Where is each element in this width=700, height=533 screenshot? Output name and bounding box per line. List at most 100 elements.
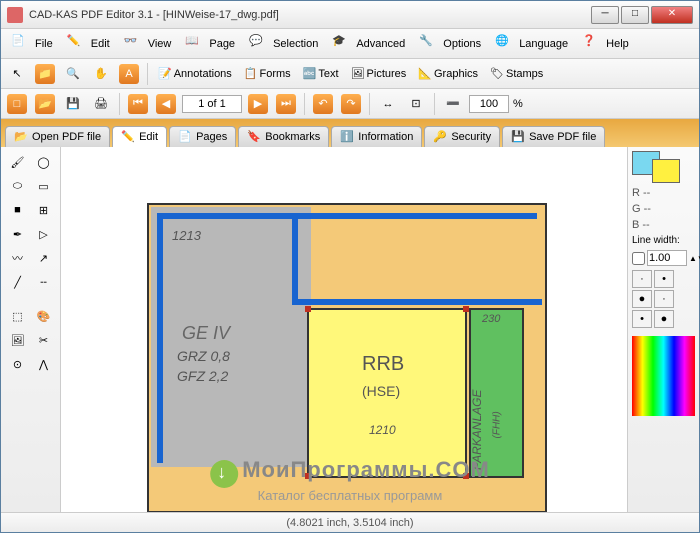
hollow-ellipse-tool[interactable]: ⬭ bbox=[7, 175, 29, 197]
rgb-g: G -- bbox=[632, 203, 651, 215]
rect-tool[interactable]: ▭ bbox=[33, 175, 55, 197]
text-label: Text bbox=[318, 68, 338, 80]
stamps-label: Stamps bbox=[506, 68, 543, 80]
dwg-label-hse: (HSE) bbox=[362, 383, 400, 399]
redo-button[interactable]: ↷ bbox=[339, 92, 363, 116]
statusbar: (4.8021 inch, 3.5104 inch) bbox=[1, 512, 699, 532]
forms-button[interactable]: 📋Forms bbox=[240, 65, 295, 82]
menu-language-label: Language bbox=[519, 38, 568, 50]
fit-width-button[interactable]: ↔ bbox=[376, 92, 400, 116]
menu-advanced[interactable]: 🎓Advanced bbox=[326, 32, 411, 56]
tab-save-label: Save PDF file bbox=[529, 131, 596, 143]
menu-selection-label: Selection bbox=[273, 38, 318, 50]
line-width-spinner[interactable]: ▲▼ bbox=[689, 254, 700, 263]
tab-open-label: Open PDF file bbox=[32, 131, 101, 143]
next-page-button[interactable]: ▶ bbox=[246, 92, 270, 116]
dot-6[interactable]: ● bbox=[654, 310, 674, 328]
dot-2[interactable]: • bbox=[654, 270, 674, 288]
tab-pages[interactable]: 📄Pages bbox=[169, 126, 236, 147]
tab-edit[interactable]: ✏️Edit bbox=[112, 126, 167, 147]
tab-security[interactable]: 🔑Security bbox=[424, 126, 500, 147]
menu-options[interactable]: 🔧Options bbox=[413, 32, 487, 56]
last-page-button[interactable]: ⏭ bbox=[274, 92, 298, 116]
graphics-button[interactable]: 📐Graphics bbox=[414, 65, 482, 82]
open-tool[interactable]: 📁 bbox=[33, 62, 57, 86]
text-button[interactable]: 🔤Text bbox=[299, 65, 343, 82]
menu-file-label: File bbox=[35, 38, 53, 50]
new-button[interactable]: □ bbox=[5, 92, 29, 116]
menu-options-label: Options bbox=[443, 38, 481, 50]
triangle-tool[interactable]: ▷ bbox=[33, 223, 55, 245]
arrow-tool[interactable]: ↗ bbox=[33, 247, 55, 269]
hand-tool[interactable]: ✋ bbox=[89, 62, 113, 86]
pen-tool[interactable]: ✒ bbox=[7, 223, 29, 245]
undo-button[interactable]: ↶ bbox=[311, 92, 335, 116]
dot-4[interactable]: · bbox=[654, 290, 674, 308]
stamps-button[interactable]: 🏷Stamps bbox=[486, 65, 547, 82]
annotations-label: Annotations bbox=[174, 68, 232, 80]
line-width-checkbox[interactable] bbox=[632, 252, 645, 265]
filled-rect-tool[interactable]: ■ bbox=[7, 199, 29, 221]
menu-selection[interactable]: 💬Selection bbox=[243, 32, 324, 56]
swatch-bg[interactable] bbox=[652, 159, 680, 183]
dot-5[interactable]: • bbox=[632, 310, 652, 328]
document-canvas[interactable]: 1213 GE IV GRZ 0,8 GFZ 2,2 RRB (HSE) 121… bbox=[67, 153, 621, 506]
tab-information[interactable]: ℹ️Information bbox=[331, 126, 422, 147]
rgb-r: R -- bbox=[632, 187, 650, 199]
line-tool[interactable]: ╱ bbox=[7, 271, 29, 293]
menu-file[interactable]: 📄File bbox=[5, 32, 59, 56]
menu-edit[interactable]: ✏️Edit bbox=[61, 32, 116, 56]
separator bbox=[369, 93, 370, 115]
grid-tool[interactable]: ⊞ bbox=[33, 199, 55, 221]
menu-view[interactable]: 👓View bbox=[118, 32, 178, 56]
dot-3[interactable]: ● bbox=[632, 290, 652, 308]
fit-page-button[interactable]: ⊡ bbox=[404, 92, 428, 116]
pointer-tool[interactable]: ↖ bbox=[5, 62, 29, 86]
maximize-button[interactable]: □ bbox=[621, 6, 649, 24]
line-width-input[interactable] bbox=[647, 250, 687, 266]
toolbar-2: □ 📂 💾 🖨 ⏮ ◀ ▶ ⏭ ↶ ↷ ↔ ⊡ ➖ % bbox=[1, 89, 699, 119]
dash-tool[interactable]: ╌ bbox=[33, 271, 55, 293]
curve-tool[interactable]: 〰 bbox=[7, 247, 29, 269]
crop-tool[interactable]: ✂ bbox=[33, 329, 55, 351]
image-tool[interactable]: 🖼 bbox=[7, 329, 29, 351]
dot-1[interactable]: · bbox=[632, 270, 652, 288]
minimize-button[interactable]: ─ bbox=[591, 6, 619, 24]
annotations-button[interactable]: 📝Annotations bbox=[154, 65, 236, 82]
menu-edit-label: Edit bbox=[91, 38, 110, 50]
menu-help[interactable]: ❓Help bbox=[576, 32, 635, 56]
zoom-input[interactable] bbox=[469, 95, 509, 113]
fill-tool[interactable]: 🎨 bbox=[33, 305, 55, 327]
separator bbox=[434, 93, 435, 115]
print-button[interactable]: 🖨 bbox=[89, 92, 113, 116]
tab-bookmarks[interactable]: 🔖Bookmarks bbox=[238, 126, 329, 147]
left-toolbox: 🖌◯ ⬭▭ ■⊞ ✒▷ 〰↗ ╱╌ ⬚🎨 🖼✂ ⊙⋀ bbox=[1, 147, 61, 512]
window-title: CAD-KAS PDF Editor 3.1 - [HINWeise-17_dw… bbox=[29, 9, 591, 21]
polyline-tool[interactable]: ⋀ bbox=[33, 353, 55, 375]
pictures-label: Pictures bbox=[367, 68, 407, 80]
tab-save[interactable]: 💾Save PDF file bbox=[502, 126, 605, 147]
first-page-button[interactable]: ⏮ bbox=[126, 92, 150, 116]
save-button[interactable]: 💾 bbox=[61, 92, 85, 116]
toolbar-1: ↖ 📁 🔍 ✋ A 📝Annotations 📋Forms 🔤Text 🖼Pic… bbox=[1, 59, 699, 89]
pictures-button[interactable]: 🖼Pictures bbox=[347, 65, 411, 82]
zoom-out-button[interactable]: ➖ bbox=[441, 92, 465, 116]
eyedropper-tool[interactable]: ⊙ bbox=[7, 353, 29, 375]
text-tool[interactable]: A bbox=[117, 62, 141, 86]
page-input[interactable] bbox=[182, 95, 242, 113]
marquee-tool[interactable]: ⬚ bbox=[7, 305, 29, 327]
forms-label: Forms bbox=[260, 68, 291, 80]
canvas-area[interactable]: 1213 GE IV GRZ 0,8 GFZ 2,2 RRB (HSE) 121… bbox=[61, 147, 627, 512]
tab-pages-label: Pages bbox=[196, 131, 227, 143]
color-picker[interactable] bbox=[632, 336, 695, 416]
menu-page[interactable]: 📖Page bbox=[179, 32, 241, 56]
tab-open[interactable]: 📂Open PDF file bbox=[5, 126, 110, 147]
close-button[interactable]: ✕ bbox=[651, 6, 693, 24]
zoom-tool[interactable]: 🔍 bbox=[61, 62, 85, 86]
menu-language[interactable]: 🌐Language bbox=[489, 32, 574, 56]
prev-page-button[interactable]: ◀ bbox=[154, 92, 178, 116]
dwg-label-grz: GRZ 0,8 bbox=[177, 348, 230, 364]
brush-tool[interactable]: 🖌 bbox=[7, 151, 29, 173]
open-button[interactable]: 📂 bbox=[33, 92, 57, 116]
ellipse-tool[interactable]: ◯ bbox=[33, 151, 55, 173]
